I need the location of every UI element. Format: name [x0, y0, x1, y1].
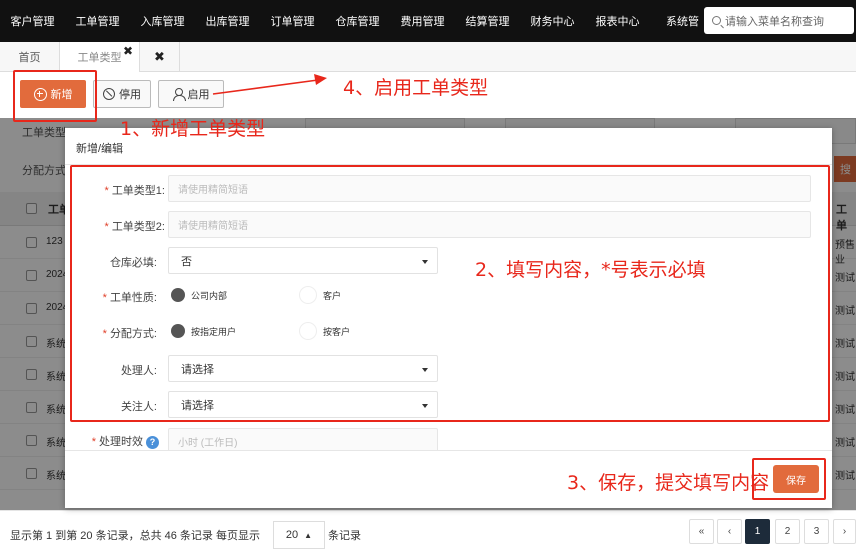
annotation-step3: 3、保存，提交填写内容 — [567, 472, 770, 494]
annotation-step4: 4、启用工单类型 — [343, 77, 489, 99]
annotation-step1: 1、新增工单类型 — [120, 118, 266, 140]
annotation-step2: 2、填写内容，*号表示必填 — [475, 259, 706, 281]
